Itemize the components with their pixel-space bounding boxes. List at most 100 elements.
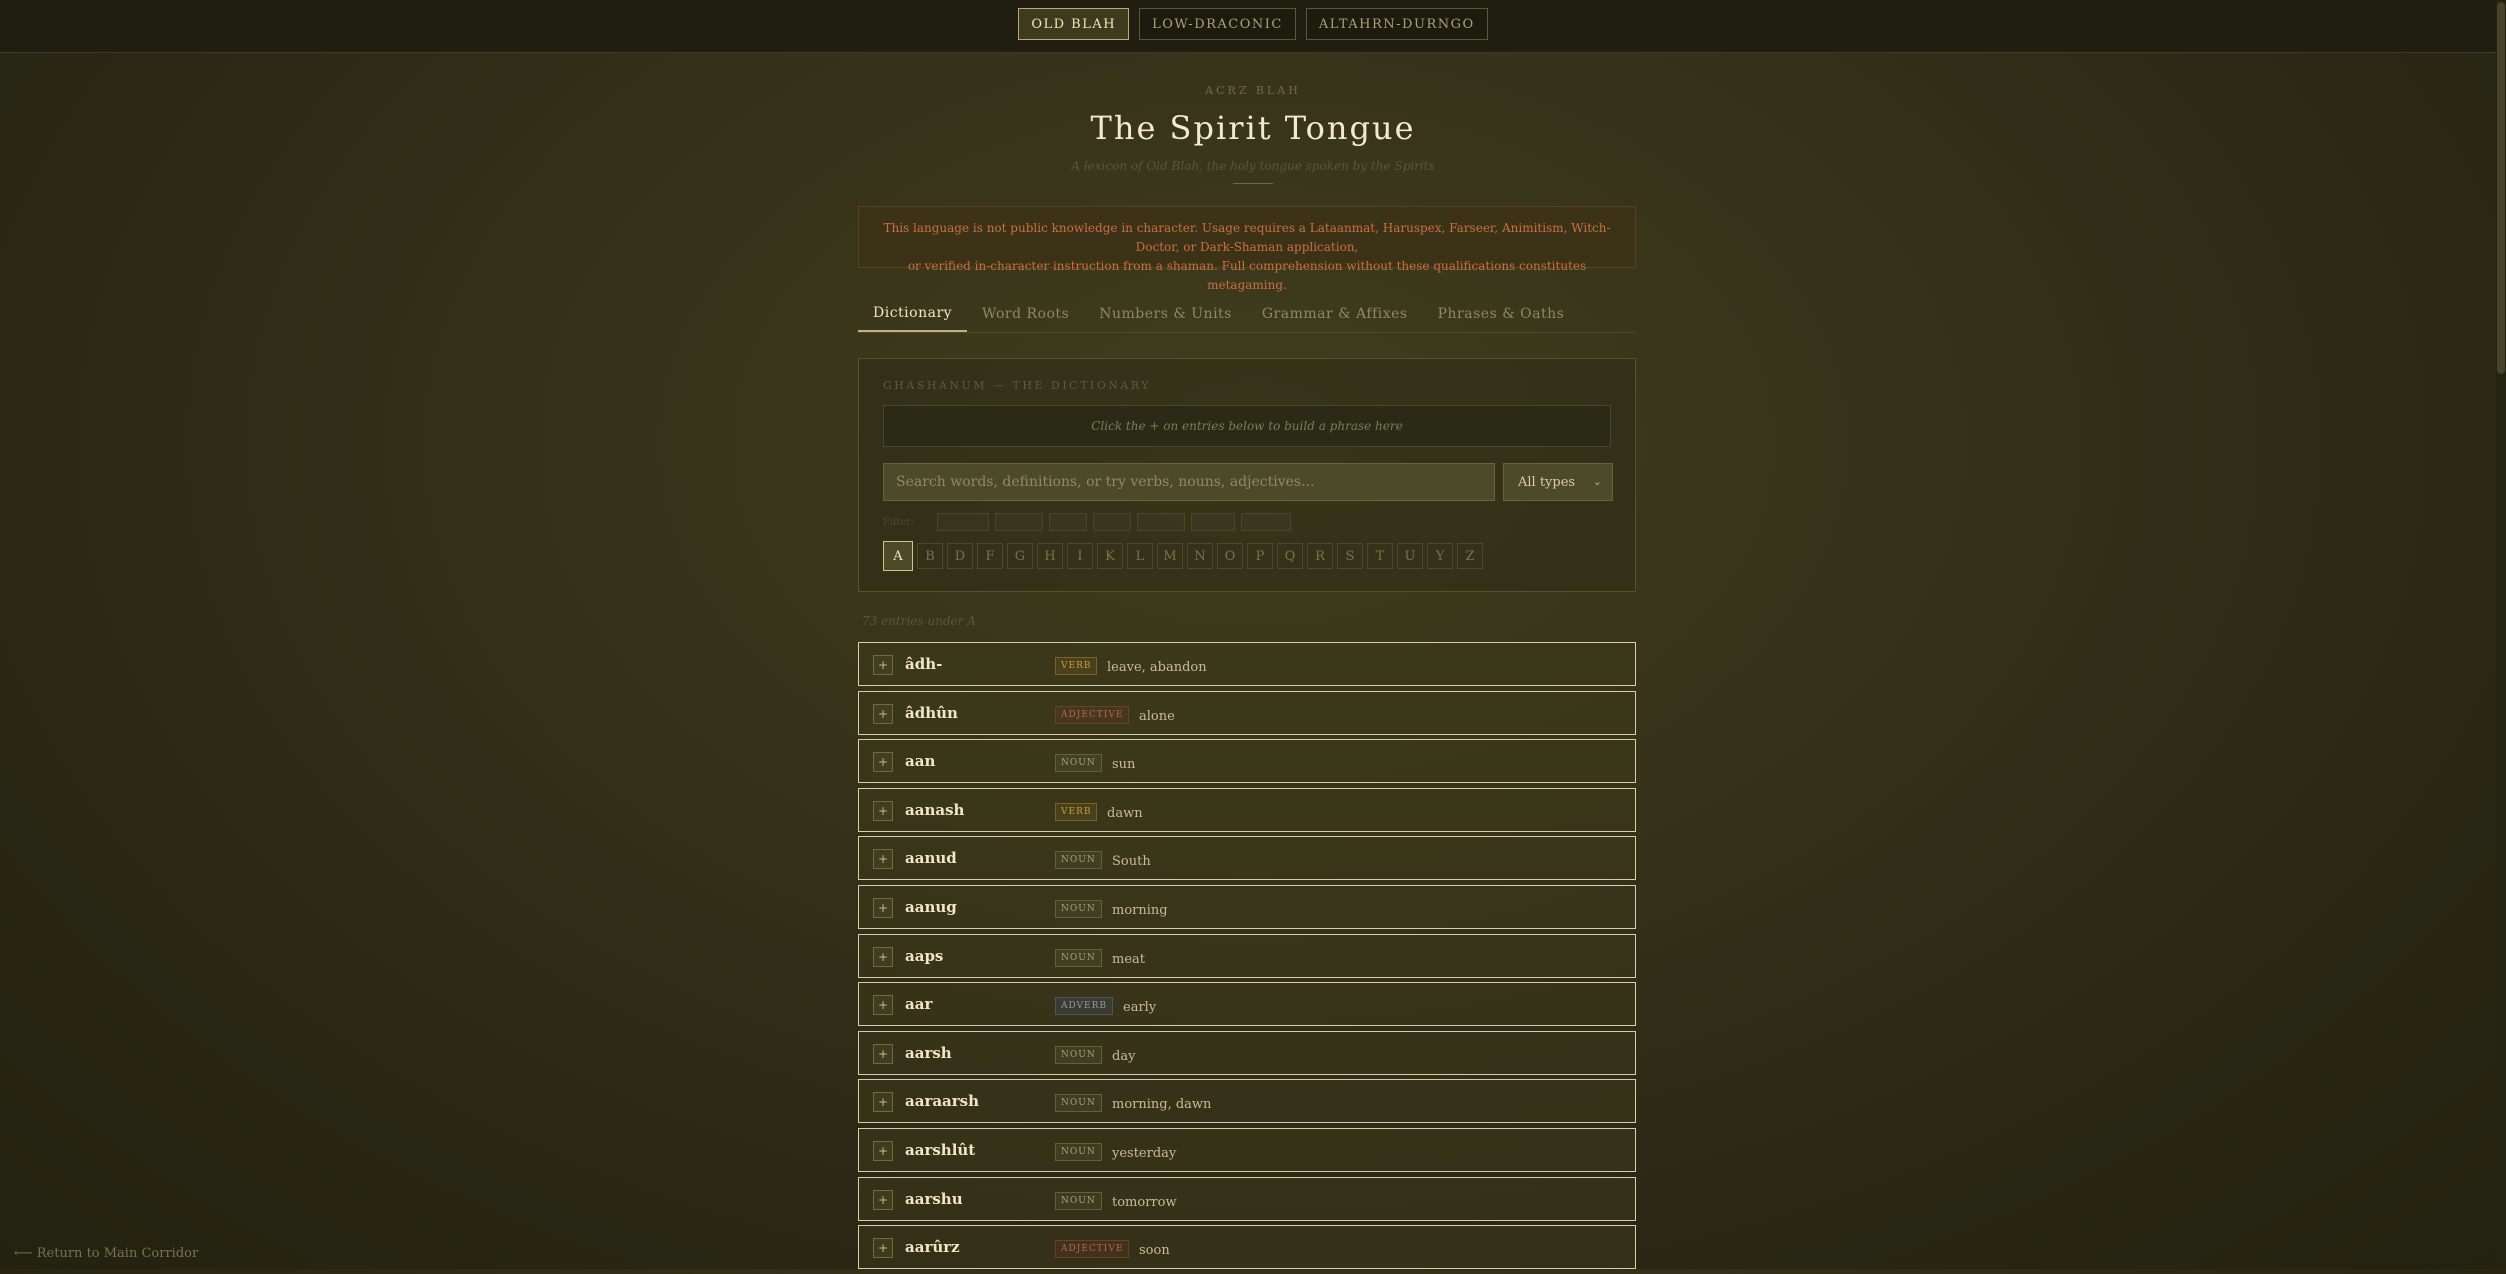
part-of-speech-badge: NOUN bbox=[1055, 754, 1102, 773]
dictionary-entry[interactable]: + aarshu NOUN tomorrow bbox=[858, 1176, 1636, 1221]
letter-button[interactable]: K bbox=[1097, 543, 1123, 569]
dictionary-entry[interactable]: + âdhûn ADJECTIVE alone bbox=[858, 690, 1636, 735]
dictionary-entry[interactable]: + aarshlût NOUN yesterday bbox=[858, 1127, 1636, 1172]
add-to-phrase-button[interactable]: + bbox=[873, 1238, 893, 1259]
letter-button[interactable]: B bbox=[917, 543, 943, 569]
add-to-phrase-button[interactable]: + bbox=[873, 1092, 893, 1113]
entry-word: aarshlût bbox=[905, 1140, 976, 1159]
filter-chip[interactable] bbox=[995, 513, 1043, 531]
add-to-phrase-button[interactable]: + bbox=[873, 849, 893, 870]
part-of-speech-badge: NOUN bbox=[1055, 1142, 1102, 1161]
part-of-speech-badge: ADVERB bbox=[1055, 997, 1114, 1016]
letter-button[interactable]: G bbox=[1007, 543, 1033, 569]
part-of-speech-badge: VERB bbox=[1055, 657, 1098, 675]
filter-chip[interactable] bbox=[1049, 513, 1087, 531]
letter-button[interactable]: Y bbox=[1427, 543, 1453, 569]
letter-button[interactable]: I bbox=[1067, 543, 1093, 569]
return-link[interactable]: ⟵ Return to Main Corridor bbox=[14, 1246, 198, 1261]
dictionary-entry[interactable]: + aarsh NOUN day bbox=[858, 1030, 1636, 1075]
add-to-phrase-button[interactable]: + bbox=[873, 800, 893, 821]
filter-chip[interactable] bbox=[1191, 513, 1235, 531]
letter-button[interactable]: P bbox=[1247, 543, 1273, 569]
add-to-phrase-button[interactable]: + bbox=[873, 1140, 893, 1161]
page-eyebrow: ACRZ BLAH bbox=[1205, 84, 1301, 97]
dictionary-entry[interactable]: + aanug NOUN morning bbox=[858, 884, 1636, 929]
letter-button[interactable]: S bbox=[1337, 543, 1363, 569]
add-to-phrase-button[interactable]: + bbox=[873, 752, 893, 773]
part-of-speech-badge: NOUN bbox=[1055, 1191, 1102, 1210]
dictionary-entry[interactable]: + aanud NOUN South bbox=[858, 836, 1636, 881]
add-to-phrase-button[interactable]: + bbox=[873, 897, 893, 918]
letter-button[interactable]: T bbox=[1367, 543, 1393, 569]
section-tab[interactable]: Numbers & Units bbox=[1084, 296, 1247, 332]
part-of-speech-badge: NOUN bbox=[1055, 899, 1102, 918]
part-of-speech-badge: VERB bbox=[1055, 802, 1098, 821]
alphabet-index: ABDFGHIKLMNOPQRSTUYZ bbox=[883, 541, 1483, 571]
section-tab[interactable]: Phrases & Oaths bbox=[1423, 296, 1580, 332]
add-to-phrase-button[interactable]: + bbox=[873, 703, 893, 724]
letter-button[interactable]: F bbox=[977, 543, 1003, 569]
entry-word: aarûrz bbox=[905, 1238, 960, 1257]
letter-button[interactable]: L bbox=[1127, 543, 1153, 569]
language-tabs: OLD BLAH LOW-DRACONIC ALTAHRN-DURNGO bbox=[0, 8, 2506, 40]
filter-chip[interactable] bbox=[1137, 513, 1185, 531]
dictionary-entry[interactable]: + aaps NOUN meat bbox=[858, 933, 1636, 978]
metagaming-warning: This language is not public knowledge in… bbox=[858, 206, 1636, 292]
language-tab[interactable]: OLD BLAH bbox=[1018, 8, 1130, 40]
dictionary-entry[interactable]: + aaraarsh NOUN morning, dawn bbox=[858, 1079, 1636, 1124]
entry-definition: sun bbox=[1112, 757, 1136, 773]
letter-button[interactable]: R bbox=[1307, 543, 1333, 569]
entry-word: aanud bbox=[905, 849, 957, 868]
dictionary-entry[interactable]: + aar ADVERB early bbox=[858, 982, 1636, 1027]
letter-button[interactable]: D bbox=[947, 543, 973, 569]
entry-definition: morning, dawn bbox=[1112, 1097, 1212, 1113]
letter-button[interactable]: N bbox=[1187, 543, 1213, 569]
entry-word: aan bbox=[905, 752, 936, 771]
letter-button[interactable]: Q bbox=[1277, 543, 1303, 569]
entry-definition: meat bbox=[1112, 951, 1145, 967]
add-to-phrase-button[interactable]: + bbox=[873, 1043, 893, 1064]
filter-chips: Filter: bbox=[883, 513, 1291, 531]
search-input[interactable]: Search words, definitions, or try verbs,… bbox=[883, 463, 1495, 501]
filter-label: Filter: bbox=[883, 516, 915, 528]
warning-line-2: or verified in-character instruction fro… bbox=[907, 259, 1587, 292]
entry-list: + âdh- VERB leave, abandon + âdhûn ADJECTIVE al… bbox=[858, 642, 1636, 1274]
letter-button[interactable]: A bbox=[883, 541, 913, 571]
letter-button[interactable]: Z bbox=[1457, 543, 1483, 569]
language-tab[interactable]: ALTAHRN-DURNGO bbox=[1305, 8, 1488, 40]
entry-definition: alone bbox=[1139, 708, 1175, 724]
phrase-builder-placeholder: Click the + on entries below to build a … bbox=[1091, 419, 1403, 433]
filter-chip[interactable] bbox=[937, 513, 989, 531]
phrase-builder[interactable]: Click the + on entries below to build a … bbox=[883, 405, 1611, 447]
language-tab[interactable]: LOW-DRACONIC bbox=[1139, 8, 1296, 40]
entry-definition: yesterday bbox=[1112, 1145, 1177, 1161]
add-to-phrase-button[interactable]: + bbox=[873, 995, 893, 1016]
letter-button[interactable]: U bbox=[1397, 543, 1423, 569]
entry-count: 73 entries under A bbox=[862, 614, 976, 628]
scrollbar[interactable] bbox=[2496, 0, 2506, 1269]
section-tab[interactable]: Grammar & Affixes bbox=[1247, 296, 1423, 332]
top-bar: OLD BLAH LOW-DRACONIC ALTAHRN-DURNGO bbox=[0, 0, 2506, 53]
entry-word: aanash bbox=[905, 800, 965, 819]
add-to-phrase-button[interactable]: + bbox=[873, 946, 893, 967]
part-of-speech-badge: NOUN bbox=[1055, 1094, 1102, 1113]
entry-word: aaps bbox=[905, 946, 944, 965]
dictionary-entry[interactable]: + aarûrz ADJECTIVE soon bbox=[858, 1225, 1636, 1270]
letter-button[interactable]: H bbox=[1037, 543, 1063, 569]
filter-chip[interactable] bbox=[1093, 513, 1131, 531]
dictionary-entry[interactable]: + âdh- VERB leave, abandon bbox=[858, 642, 1636, 686]
scrollbar-thumb[interactable] bbox=[2497, 2, 2505, 374]
entry-word: aarsh bbox=[905, 1043, 952, 1062]
letter-button[interactable]: O bbox=[1217, 543, 1243, 569]
add-to-phrase-button[interactable]: + bbox=[873, 655, 893, 675]
section-tab[interactable]: Dictionary bbox=[858, 296, 968, 332]
add-to-phrase-button[interactable]: + bbox=[873, 1189, 893, 1210]
type-select[interactable]: All types ⌄ bbox=[1503, 463, 1613, 501]
entry-definition: soon bbox=[1139, 1243, 1170, 1259]
section-tab[interactable]: Word Roots bbox=[967, 296, 1084, 332]
panel-heading: GHASHANUM — THE DICTIONARY bbox=[883, 379, 1152, 392]
letter-button[interactable]: M bbox=[1157, 543, 1183, 569]
dictionary-entry[interactable]: + aan NOUN sun bbox=[858, 739, 1636, 784]
dictionary-entry[interactable]: + aanash VERB dawn bbox=[858, 787, 1636, 832]
filter-chip[interactable] bbox=[1241, 513, 1291, 531]
